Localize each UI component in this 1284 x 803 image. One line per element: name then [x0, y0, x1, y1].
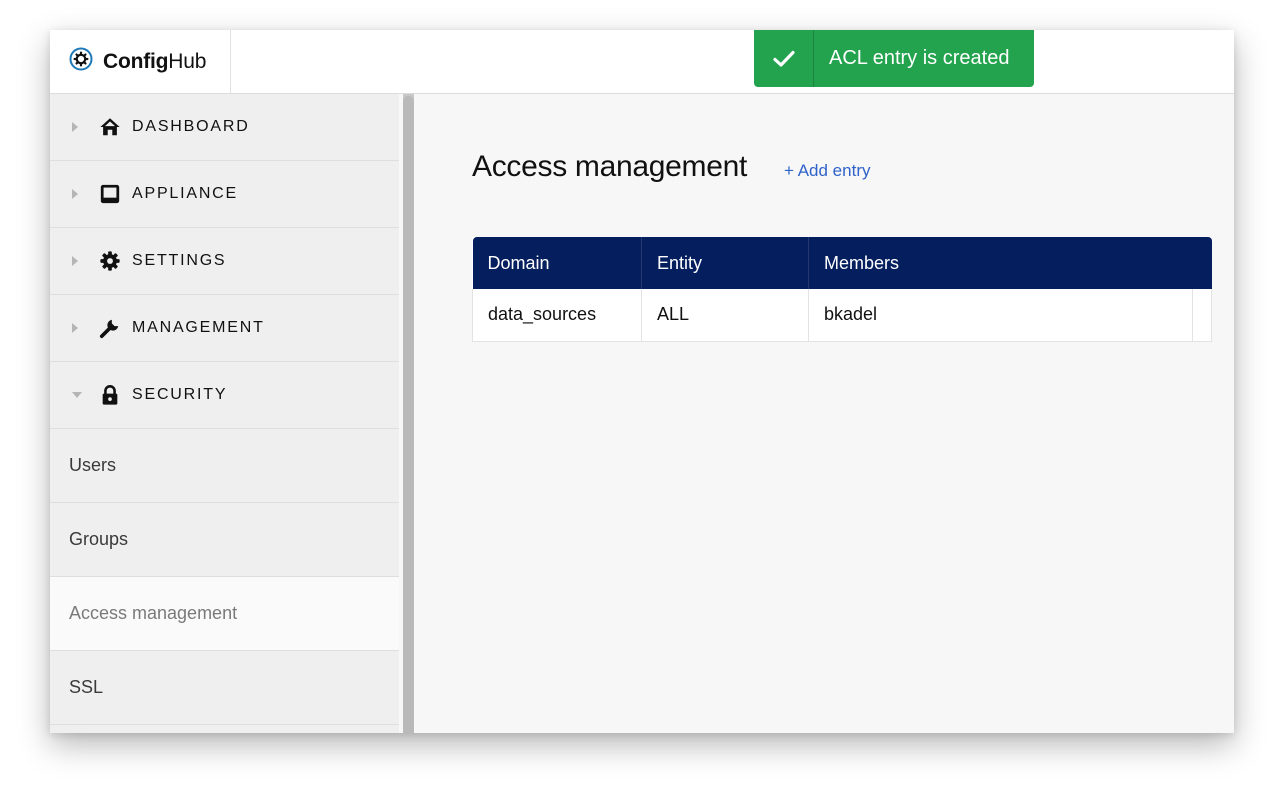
- caret-right-icon: [72, 323, 84, 333]
- caret-down-icon: [72, 391, 84, 399]
- sidebar-item-label: SECURITY: [132, 386, 228, 403]
- sidebar-item-label: MANAGEMENT: [132, 319, 265, 336]
- sidebar-item-label: DASHBOARD: [132, 118, 250, 135]
- column-header-domain[interactable]: Domain: [472, 237, 642, 289]
- sidebar-item-ssl[interactable]: SSL: [50, 651, 399, 725]
- top-bar: ConfigHub ACL entry is created: [50, 30, 1234, 94]
- sidebar: DASHBOARD APPLIANCE SETTINGS MANAGEMENT …: [50, 94, 399, 733]
- table-header-row: Domain Entity Members: [472, 237, 1212, 289]
- cell-entity: ALL: [641, 289, 809, 342]
- caret-right-icon: [72, 122, 84, 132]
- row-actions-cell[interactable]: [1192, 289, 1213, 342]
- sidebar-item-settings[interactable]: SETTINGS: [50, 228, 399, 295]
- sidebar-item-access-management[interactable]: Access management: [50, 577, 399, 651]
- sidebar-item-management[interactable]: MANAGEMENT: [50, 295, 399, 362]
- checkmark-icon: [754, 30, 814, 87]
- wrench-icon: [98, 317, 122, 339]
- sidebar-item-groups[interactable]: Groups: [50, 503, 399, 577]
- column-header-entity[interactable]: Entity: [641, 237, 809, 289]
- sidebar-item-appliance[interactable]: APPLIANCE: [50, 161, 399, 228]
- sidebar-scrollbar[interactable]: [403, 94, 414, 733]
- sidebar-item-dashboard[interactable]: DASHBOARD: [50, 94, 399, 161]
- column-header-members[interactable]: Members: [808, 237, 1212, 289]
- gear-icon: [98, 250, 122, 272]
- sidebar-item-security[interactable]: SECURITY: [50, 362, 399, 429]
- cell-domain: data_sources: [472, 289, 642, 342]
- sidebar-item-label: APPLIANCE: [132, 185, 239, 202]
- brand-logo[interactable]: ConfigHub: [50, 30, 231, 93]
- cell-members: bkadel: [808, 289, 1193, 342]
- page-title: Access management: [472, 150, 748, 183]
- sidebar-item-users[interactable]: Users: [50, 429, 399, 503]
- main-content: Access management + Add entry Domain Ent…: [414, 94, 1234, 733]
- table-row[interactable]: data_sources ALL bkadel: [472, 289, 1213, 342]
- home-icon: [98, 116, 122, 138]
- lock-icon: [98, 384, 122, 406]
- brand-name: ConfigHub: [103, 49, 207, 73]
- appliance-icon: [98, 183, 122, 205]
- add-entry-link[interactable]: + Add entry: [784, 161, 870, 181]
- acl-table: Domain Entity Members data_sources ALL b…: [472, 237, 1213, 342]
- app-window: ConfigHub ACL entry is created DASHBOARD…: [50, 30, 1234, 733]
- scrollbar-thumb[interactable]: [403, 96, 414, 733]
- toast-message: ACL entry is created: [829, 47, 1010, 69]
- sidebar-item-label: SETTINGS: [132, 252, 227, 269]
- success-toast: ACL entry is created: [754, 30, 1034, 87]
- caret-right-icon: [72, 189, 84, 199]
- confighub-logo-icon: [69, 47, 103, 76]
- caret-right-icon: [72, 256, 84, 266]
